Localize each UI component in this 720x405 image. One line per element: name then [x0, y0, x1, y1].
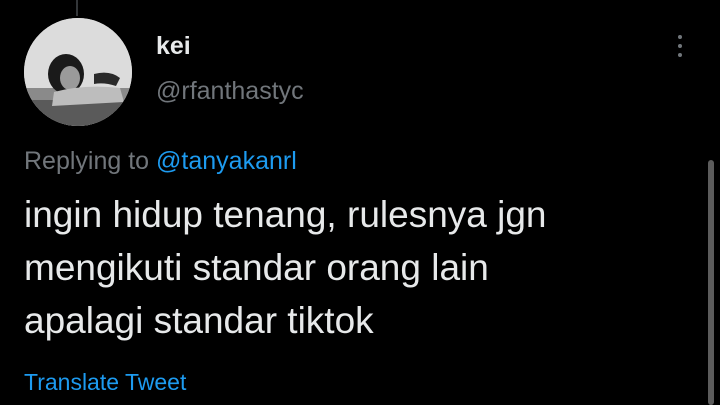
more-options-button[interactable] — [664, 28, 696, 64]
replying-to-line: Replying to @tanyakanrl — [24, 146, 297, 176]
avatar[interactable] — [24, 18, 132, 126]
replying-to-label: Replying to — [24, 147, 150, 175]
tweet-text: ingin hidup tenang, rulesnya jgn mengiku… — [24, 188, 674, 347]
tweet-text-line: apalagi standar tiktok — [24, 300, 374, 341]
thread-connector-line — [76, 0, 78, 16]
reply-mention-link[interactable]: @tanyakanrl — [156, 147, 297, 175]
tweet-text-line: ingin hidup tenang, rulesnya jgn — [24, 194, 547, 235]
more-vertical-icon-dot — [678, 53, 682, 57]
author-handle[interactable]: @rfanthastyc — [156, 76, 304, 106]
tweet-text-line: mengikuti standar orang lain — [24, 247, 489, 288]
more-vertical-icon-dot — [678, 44, 682, 48]
avatar-photo — [24, 18, 132, 126]
translate-tweet-link[interactable]: Translate Tweet — [24, 368, 186, 396]
author-display-name[interactable]: kei — [156, 31, 191, 61]
more-vertical-icon — [678, 35, 682, 39]
scrollbar[interactable] — [708, 160, 714, 405]
